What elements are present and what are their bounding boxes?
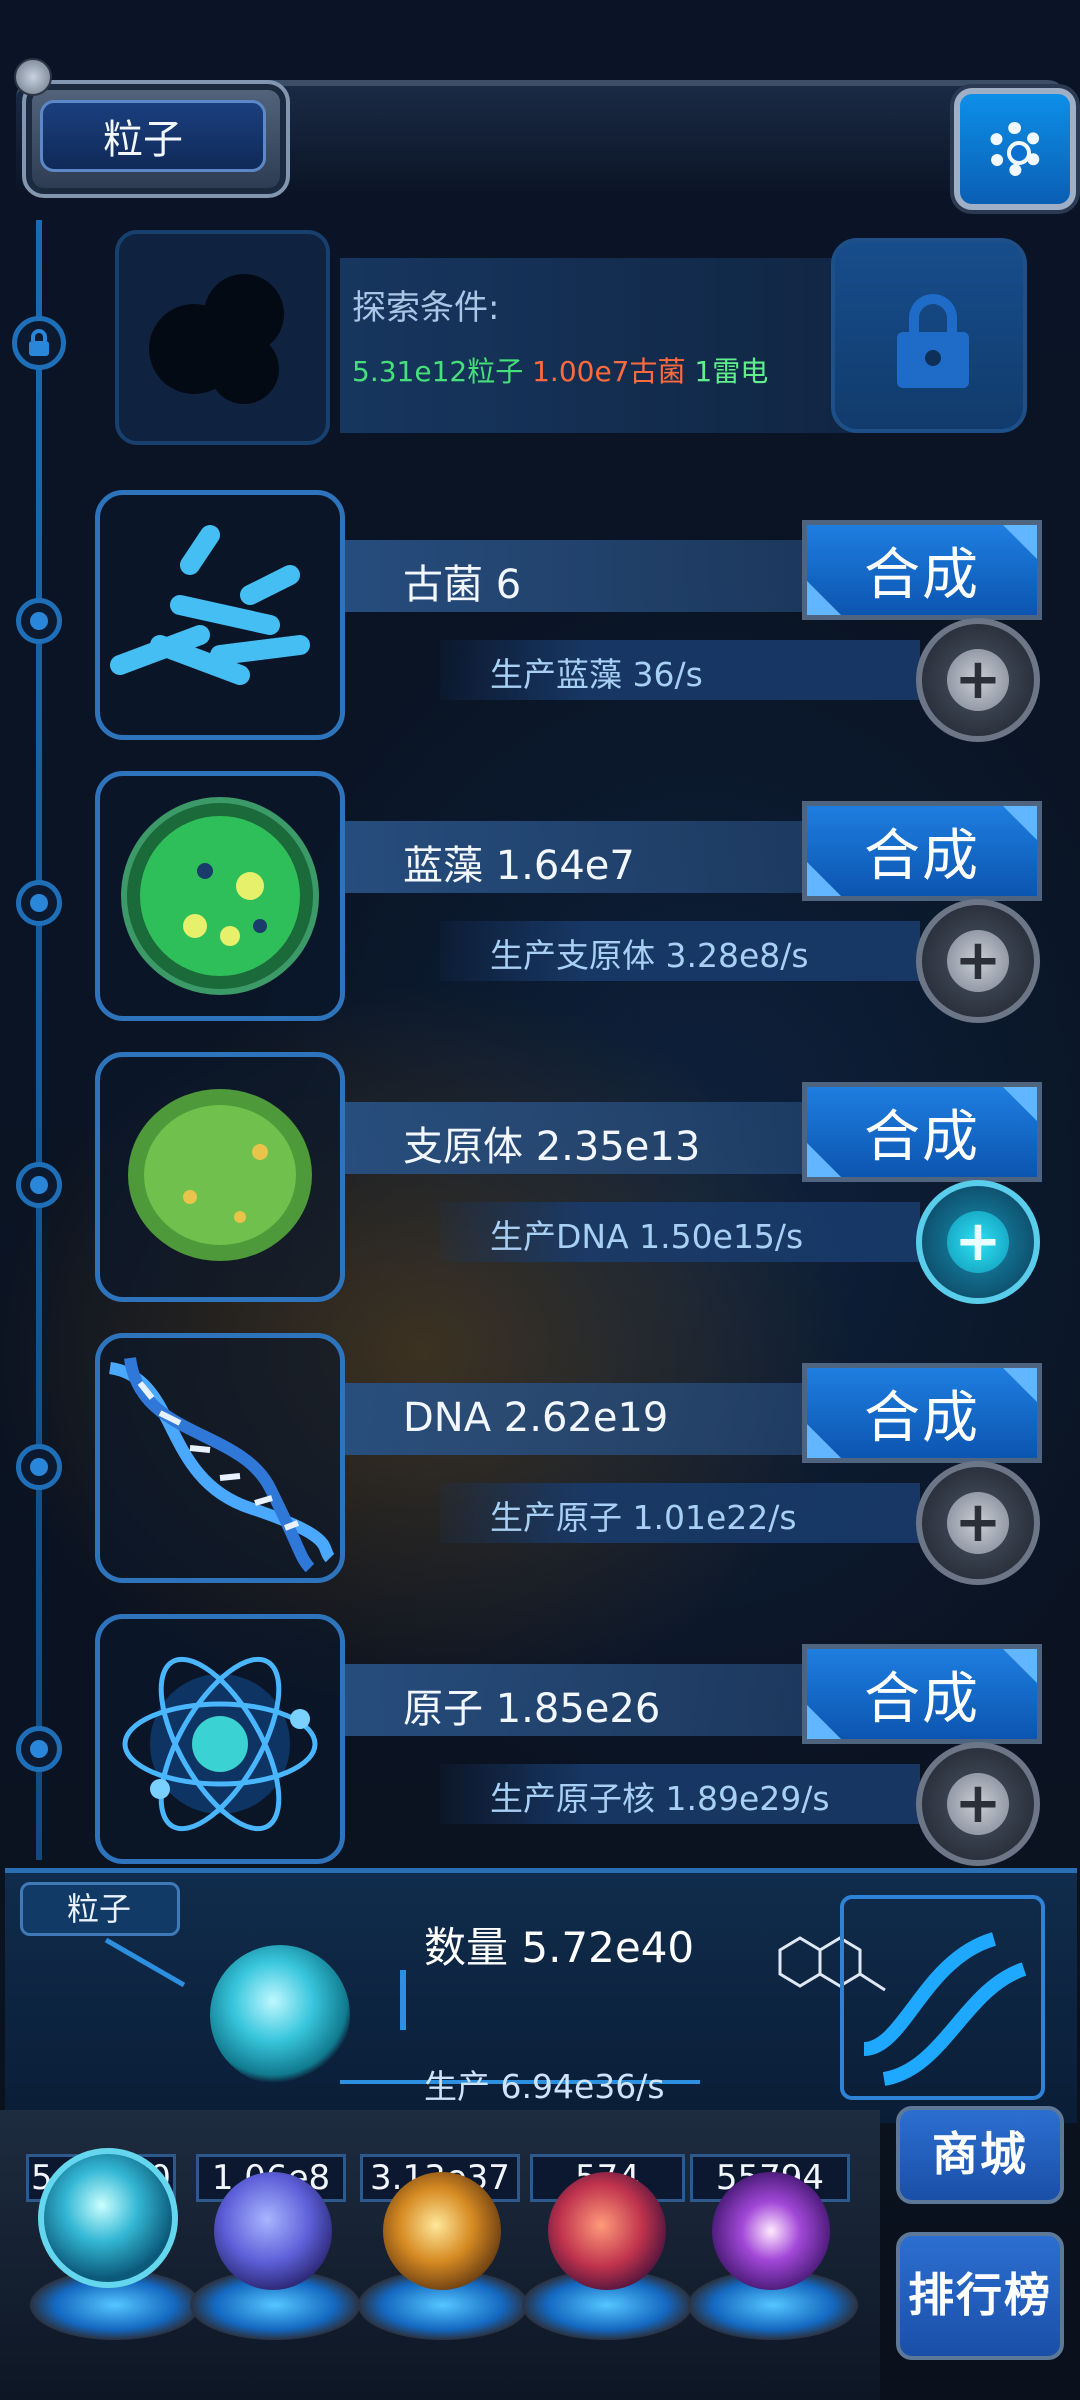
req-particles: 5.31e12粒子 bbox=[352, 355, 524, 388]
dna-emblem bbox=[840, 1895, 1045, 2100]
circuit-line bbox=[400, 1970, 406, 2030]
particle-orb-icon[interactable] bbox=[38, 2148, 178, 2288]
item-row-cyanobacteria: 蓝藻 1.64e7 生产支原体 3.28e8/s 合成 + bbox=[90, 771, 1050, 1031]
lock-keyhole bbox=[925, 350, 941, 366]
item-frame bbox=[95, 1614, 345, 1864]
add-button[interactable]: + bbox=[916, 1742, 1040, 1866]
item-row-atom: 原子 1.85e26 生产原子核 1.89e29/s 合成 + bbox=[90, 1614, 1050, 1874]
unlock-button[interactable] bbox=[831, 238, 1027, 433]
synthesize-button[interactable]: 合成 bbox=[802, 801, 1042, 901]
cyanobacteria-icon bbox=[121, 797, 319, 995]
add-button[interactable]: + bbox=[916, 1461, 1040, 1585]
add-button[interactable]: + bbox=[916, 899, 1040, 1023]
add-button[interactable]: + bbox=[916, 618, 1040, 742]
lock-icon bbox=[29, 329, 49, 356]
ranking-button[interactable]: 排行榜 bbox=[896, 2232, 1064, 2360]
explore-requirements: 5.31e12粒子 1.00e7古菌 1雷电 bbox=[352, 350, 768, 390]
fire-orb-icon[interactable] bbox=[383, 2172, 501, 2290]
shop-button[interactable]: 商城 bbox=[896, 2106, 1064, 2204]
plus-icon: + bbox=[947, 1492, 1009, 1554]
explore-condition-label: 探索条件: bbox=[352, 288, 500, 328]
item-production: 生产支原体 3.28e8/s bbox=[490, 936, 809, 975]
item-name: 古菌 6 bbox=[403, 562, 522, 608]
vortex-orb-icon[interactable] bbox=[712, 2172, 830, 2290]
synthesize-button[interactable]: 合成 bbox=[802, 1082, 1042, 1182]
item-row-mycoplasma: 支原体 2.35e13 生产DNA 1.50e15/s 合成 + bbox=[90, 1052, 1050, 1312]
item-production: 生产原子 1.01e22/s bbox=[490, 1498, 797, 1537]
rail-node bbox=[16, 598, 62, 644]
synthesize-button[interactable]: 合成 bbox=[802, 520, 1042, 620]
item-frame bbox=[95, 771, 345, 1021]
rail-lock-node bbox=[12, 316, 66, 370]
explore-card: 探索条件: 5.31e12粒子 1.00e7古菌 1雷电 bbox=[115, 230, 1030, 450]
panel-tab: 粒子 bbox=[20, 1882, 180, 1936]
dna-icon bbox=[108, 1357, 335, 1573]
page-title: 粒子 bbox=[40, 100, 266, 172]
synthesize-button[interactable]: 合成 bbox=[802, 1644, 1042, 1744]
add-button[interactable]: + bbox=[916, 1180, 1040, 1304]
locked-item-frame bbox=[115, 230, 330, 445]
plus-icon: + bbox=[947, 1211, 1009, 1273]
item-name: 支原体 2.35e13 bbox=[403, 1124, 701, 1170]
item-name: 原子 1.85e26 bbox=[403, 1686, 661, 1732]
item-frame bbox=[95, 1333, 345, 1583]
item-name: DNA 2.62e19 bbox=[403, 1395, 669, 1441]
locked-silhouette-icon bbox=[149, 274, 299, 404]
gear-icon bbox=[988, 122, 1042, 176]
plus-icon: + bbox=[947, 1773, 1009, 1835]
req-lightning: 1雷电 bbox=[694, 355, 769, 388]
archaea-icon bbox=[110, 525, 310, 685]
particle-cluster-icon bbox=[210, 1945, 350, 2085]
plus-icon: + bbox=[947, 930, 1009, 992]
bolt-icon bbox=[14, 58, 52, 96]
synthesize-button[interactable]: 合成 bbox=[802, 1363, 1042, 1463]
item-frame bbox=[95, 490, 345, 740]
item-frame bbox=[95, 1052, 345, 1302]
item-production: 生产蓝藻 36/s bbox=[490, 655, 703, 694]
rail-node bbox=[16, 1162, 62, 1208]
brain-orb-icon[interactable] bbox=[548, 2172, 666, 2290]
mycoplasma-icon bbox=[128, 1089, 312, 1261]
settings-button[interactable] bbox=[954, 88, 1076, 210]
item-row-archaea: 古菌 6 生产蓝藻 36/s 合成 + bbox=[90, 490, 1050, 750]
atom-icon bbox=[122, 1656, 318, 1832]
req-archaea: 1.00e7古菌 bbox=[532, 355, 686, 388]
item-production: 生产DNA 1.50e15/s bbox=[490, 1217, 804, 1256]
item-name: 蓝藻 1.64e7 bbox=[403, 843, 635, 889]
panel-production: 生产 6.94e36/s bbox=[424, 2067, 665, 2106]
plus-icon: + bbox=[947, 649, 1009, 711]
lightning-orb-icon[interactable] bbox=[214, 2172, 332, 2290]
panel-quantity: 数量 5.72e40 bbox=[424, 1923, 695, 1972]
rail-node bbox=[16, 1444, 62, 1490]
rail-node bbox=[16, 880, 62, 926]
item-row-dna: DNA 2.62e19 生产原子 1.01e22/s 合成 + bbox=[90, 1333, 1050, 1593]
rail-node bbox=[16, 1726, 62, 1772]
progress-rail bbox=[36, 220, 42, 1860]
dna-helix-icon bbox=[863, 1932, 1027, 2086]
item-production: 生产原子核 1.89e29/s bbox=[490, 1779, 830, 1818]
